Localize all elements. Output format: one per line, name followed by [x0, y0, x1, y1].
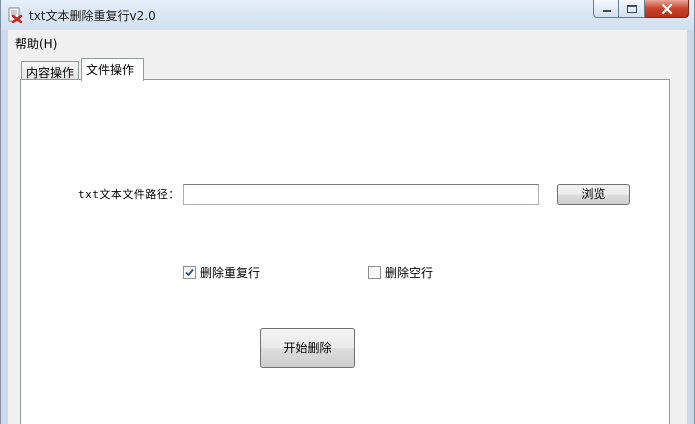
menu-help[interactable]: 帮助(H) [15, 35, 57, 52]
maximize-button[interactable] [619, 0, 645, 18]
checkbox-unchecked-icon[interactable] [368, 266, 381, 279]
app-window: txt文本删除重复行v2.0 帮助(H) 内容操作 文件操作 txt文本文件路径… [0, 0, 695, 424]
minimize-icon [603, 10, 611, 12]
client-area: 帮助(H) 内容操作 文件操作 txt文本文件路径： 浏览 删除重复行 删除空行… [8, 30, 687, 424]
tab-file-ops[interactable]: 文件操作 [81, 58, 144, 81]
browse-button[interactable]: 浏览 [557, 184, 630, 205]
checkbox-checked-icon[interactable] [183, 266, 196, 279]
minimize-button[interactable] [593, 0, 619, 18]
close-button[interactable] [645, 0, 689, 18]
app-icon [7, 7, 23, 24]
remove-empty-lines-label: 删除空行 [385, 266, 434, 280]
maximize-icon [627, 5, 637, 13]
path-input[interactable] [183, 184, 539, 205]
menu-bar: 帮助(H) [8, 30, 687, 54]
start-delete-button[interactable]: 开始删除 [260, 328, 355, 368]
window-controls [593, 0, 689, 20]
remove-empty-lines-checkbox[interactable]: 删除空行 [368, 264, 433, 281]
title-bar[interactable]: txt文本删除重复行v2.0 [1, 0, 694, 30]
path-label: txt文本文件路径： [78, 188, 180, 201]
remove-duplicates-label: 删除重复行 [200, 266, 261, 280]
close-icon [661, 3, 673, 15]
tab-content-ops[interactable]: 内容操作 [21, 61, 79, 80]
window-title: txt文本删除重复行v2.0 [29, 9, 156, 23]
file-ops-panel: txt文本文件路径： 浏览 删除重复行 删除空行 开始删除 [20, 79, 670, 424]
remove-duplicates-checkbox[interactable]: 删除重复行 [183, 264, 260, 281]
